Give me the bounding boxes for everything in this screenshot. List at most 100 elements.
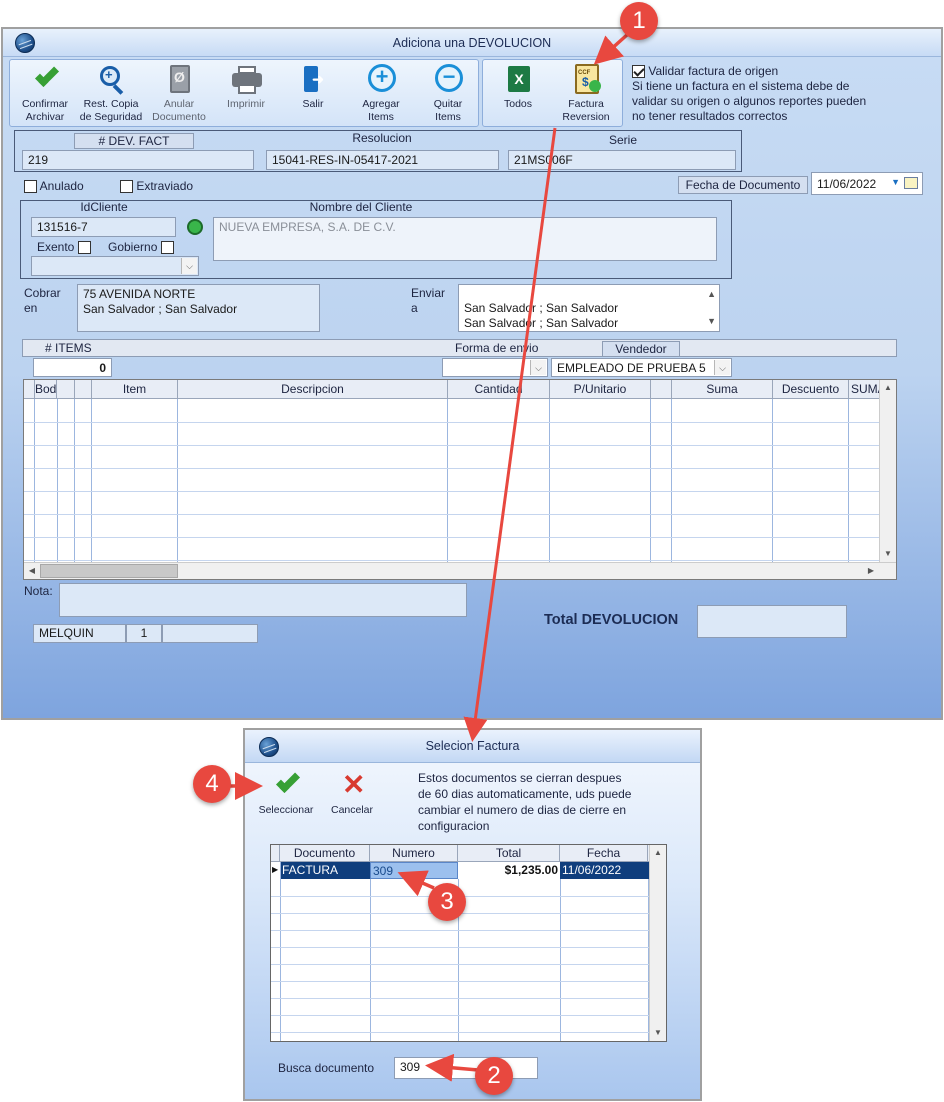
exento-checkbox[interactable]	[77, 241, 91, 255]
scroll-thumb[interactable]	[40, 564, 178, 578]
scroll-down-icon[interactable]: ▼	[650, 1025, 666, 1041]
dropdown-arrow-icon[interactable]: ▼	[891, 177, 900, 187]
dev-fact-field[interactable]: 219	[22, 150, 254, 170]
validar-factura-checkbox[interactable]	[632, 65, 645, 79]
grid-row-line	[24, 422, 879, 423]
annotation-badge-3: 3	[428, 883, 466, 921]
chevron-down-icon[interactable]: ⌵	[714, 360, 730, 375]
anulado-option[interactable]: Anulado	[24, 179, 84, 194]
idcliente-label: IdCliente	[80, 200, 128, 214]
confirmar-archivar-button[interactable]: Confirmar Archivar	[10, 62, 80, 126]
grid-col-line	[848, 399, 849, 579]
fecha-documento-picker[interactable]: 11/06/2022 ▼	[811, 172, 923, 195]
col-descripcion[interactable]: Descripcion	[178, 380, 448, 399]
void-document-icon	[162, 64, 196, 96]
col-cantidad[interactable]: Cantidad	[448, 380, 550, 399]
client-valid-icon	[187, 219, 203, 235]
rest-copia-button[interactable]: + Rest. Copia de Seguridad	[76, 62, 146, 126]
grid-row-line	[271, 947, 649, 948]
scroll-up-icon[interactable]: ▲	[707, 287, 716, 302]
extraviado-checkbox[interactable]	[120, 180, 133, 194]
col-suma2[interactable]: SUMA	[849, 380, 881, 399]
dialog-info-text: Estos documentos se cierran despues de 6…	[418, 771, 632, 833]
todos-button[interactable]: X Todos	[483, 62, 553, 126]
calendar-icon[interactable]	[904, 177, 918, 189]
extraviado-option[interactable]: Extraviado	[120, 179, 193, 194]
nombre-cliente-field[interactable]: NUEVA EMPRESA, S.A. DE C.V.	[213, 217, 717, 261]
imprimir-button[interactable]: Imprimir	[211, 62, 281, 126]
col-item[interactable]: Item	[92, 380, 178, 399]
salir-button[interactable]: ➜ Salir	[278, 62, 348, 126]
anulado-checkbox[interactable]	[24, 180, 37, 194]
col-8[interactable]	[651, 380, 672, 399]
annotation-badge-1: 1	[620, 2, 658, 40]
exento-option[interactable]: Exento	[37, 240, 91, 255]
row-pointer-icon: ▶	[272, 865, 279, 874]
grid-row-line	[271, 1032, 649, 1033]
col-descuento[interactable]: Descuento	[773, 380, 849, 399]
scroll-down-icon[interactable]: ▼	[707, 314, 716, 329]
status-user: MELQUIN	[33, 624, 126, 643]
facturas-table[interactable]: Documento Numero Total Fecha FACTURA 309…	[270, 844, 667, 1042]
col-numero[interactable]: Numero	[370, 845, 458, 862]
serie-field[interactable]: 21MS006F	[508, 150, 736, 170]
chevron-down-icon[interactable]: ⌵	[181, 258, 197, 274]
cell-numero[interactable]: 309	[370, 862, 458, 879]
scroll-left-icon[interactable]: ◀	[24, 563, 40, 579]
grid-col-line	[772, 399, 773, 579]
grid-row-line	[271, 930, 649, 931]
resolucion-field[interactable]: 15041-RES-IN-05417-2021	[266, 150, 499, 170]
col-bodega[interactable]: Bodega	[35, 380, 57, 399]
idcliente-field[interactable]: 131516-7	[31, 217, 176, 237]
cliente-type-select[interactable]: ⌵	[31, 256, 199, 276]
table-row[interactable]: FACTURA 309 $1,235.00 11/06/2022	[280, 862, 649, 879]
seleccionar-button[interactable]: Seleccionar	[251, 768, 321, 832]
grid-indicator-col	[271, 845, 280, 862]
grid-col-line	[34, 399, 35, 579]
col-documento[interactable]: Documento	[280, 845, 370, 862]
col-2[interactable]	[57, 380, 75, 399]
anular-documento-button[interactable]: Anular Documento	[144, 62, 214, 126]
grid-horizontal-scrollbar[interactable]: ◀ ▶	[24, 562, 896, 579]
total-devolucion-field	[697, 605, 847, 638]
col-punitario[interactable]: P/Unitario	[550, 380, 651, 399]
col-total[interactable]: Total	[458, 845, 560, 862]
chevron-down-icon[interactable]: ⌵	[530, 360, 546, 375]
busca-documento-label: Busca documento	[278, 1061, 375, 1075]
items-grid[interactable]: Bodega Item Descripcion Cantidad P/Unita…	[23, 379, 897, 580]
validar-note-1: Si tiene un factura en el sistema debe d…	[632, 79, 850, 93]
enviar-address-field[interactable]: San Salvador ; San Salvador San Salvador…	[458, 284, 720, 332]
quitar-items-button[interactable]: − Quitar Items	[413, 62, 483, 126]
factura-reversion-button[interactable]: CCF $ Factura Reversion	[551, 62, 621, 126]
table-vertical-scrollbar[interactable]: ▲ ▼	[649, 845, 666, 1041]
col-suma[interactable]: Suma	[672, 380, 773, 399]
cobrar-address-field[interactable]: 75 AVENIDA NORTE San Salvador ; San Salv…	[77, 284, 320, 332]
scroll-up-icon[interactable]: ▲	[880, 380, 896, 396]
cancelar-button[interactable]: ✕ Cancelar	[317, 768, 387, 832]
grid-col-line	[177, 399, 178, 579]
forma-envio-select[interactable]: ⌵	[442, 358, 548, 377]
items-grid-header: Bodega Item Descripcion Cantidad P/Unita…	[24, 380, 881, 399]
grid-row-line	[24, 560, 879, 561]
grid-row-line	[24, 491, 879, 492]
agregar-items-button[interactable]: + Agregar Items	[346, 62, 416, 126]
busca-documento-input[interactable]: 309	[394, 1057, 538, 1079]
grid-row-line	[24, 468, 879, 469]
scroll-right-icon[interactable]: ▶	[863, 563, 879, 579]
gobierno-option[interactable]: Gobierno	[108, 240, 174, 255]
vendedor-select[interactable]: EMPLEADO DE PRUEBA 5 ⌵	[551, 358, 732, 377]
scroll-up-icon[interactable]: ▲	[650, 845, 666, 861]
validar-note-3: no tener resultados correctos	[632, 109, 788, 123]
grid-col-line	[560, 879, 561, 1041]
gobierno-checkbox[interactable]	[160, 241, 174, 255]
grid-vertical-scrollbar[interactable]: ▲ ▼	[879, 380, 896, 562]
nota-field[interactable]	[59, 583, 467, 617]
scroll-down-icon[interactable]: ▼	[880, 546, 896, 562]
excel-icon: X	[501, 64, 535, 96]
dialog-title: Selecion Factura	[425, 739, 520, 753]
col-3[interactable]	[75, 380, 92, 399]
grid-col-line	[549, 399, 550, 579]
grid-col-line	[650, 399, 651, 579]
grid-col-line	[370, 879, 371, 1041]
col-fecha[interactable]: Fecha	[560, 845, 648, 862]
